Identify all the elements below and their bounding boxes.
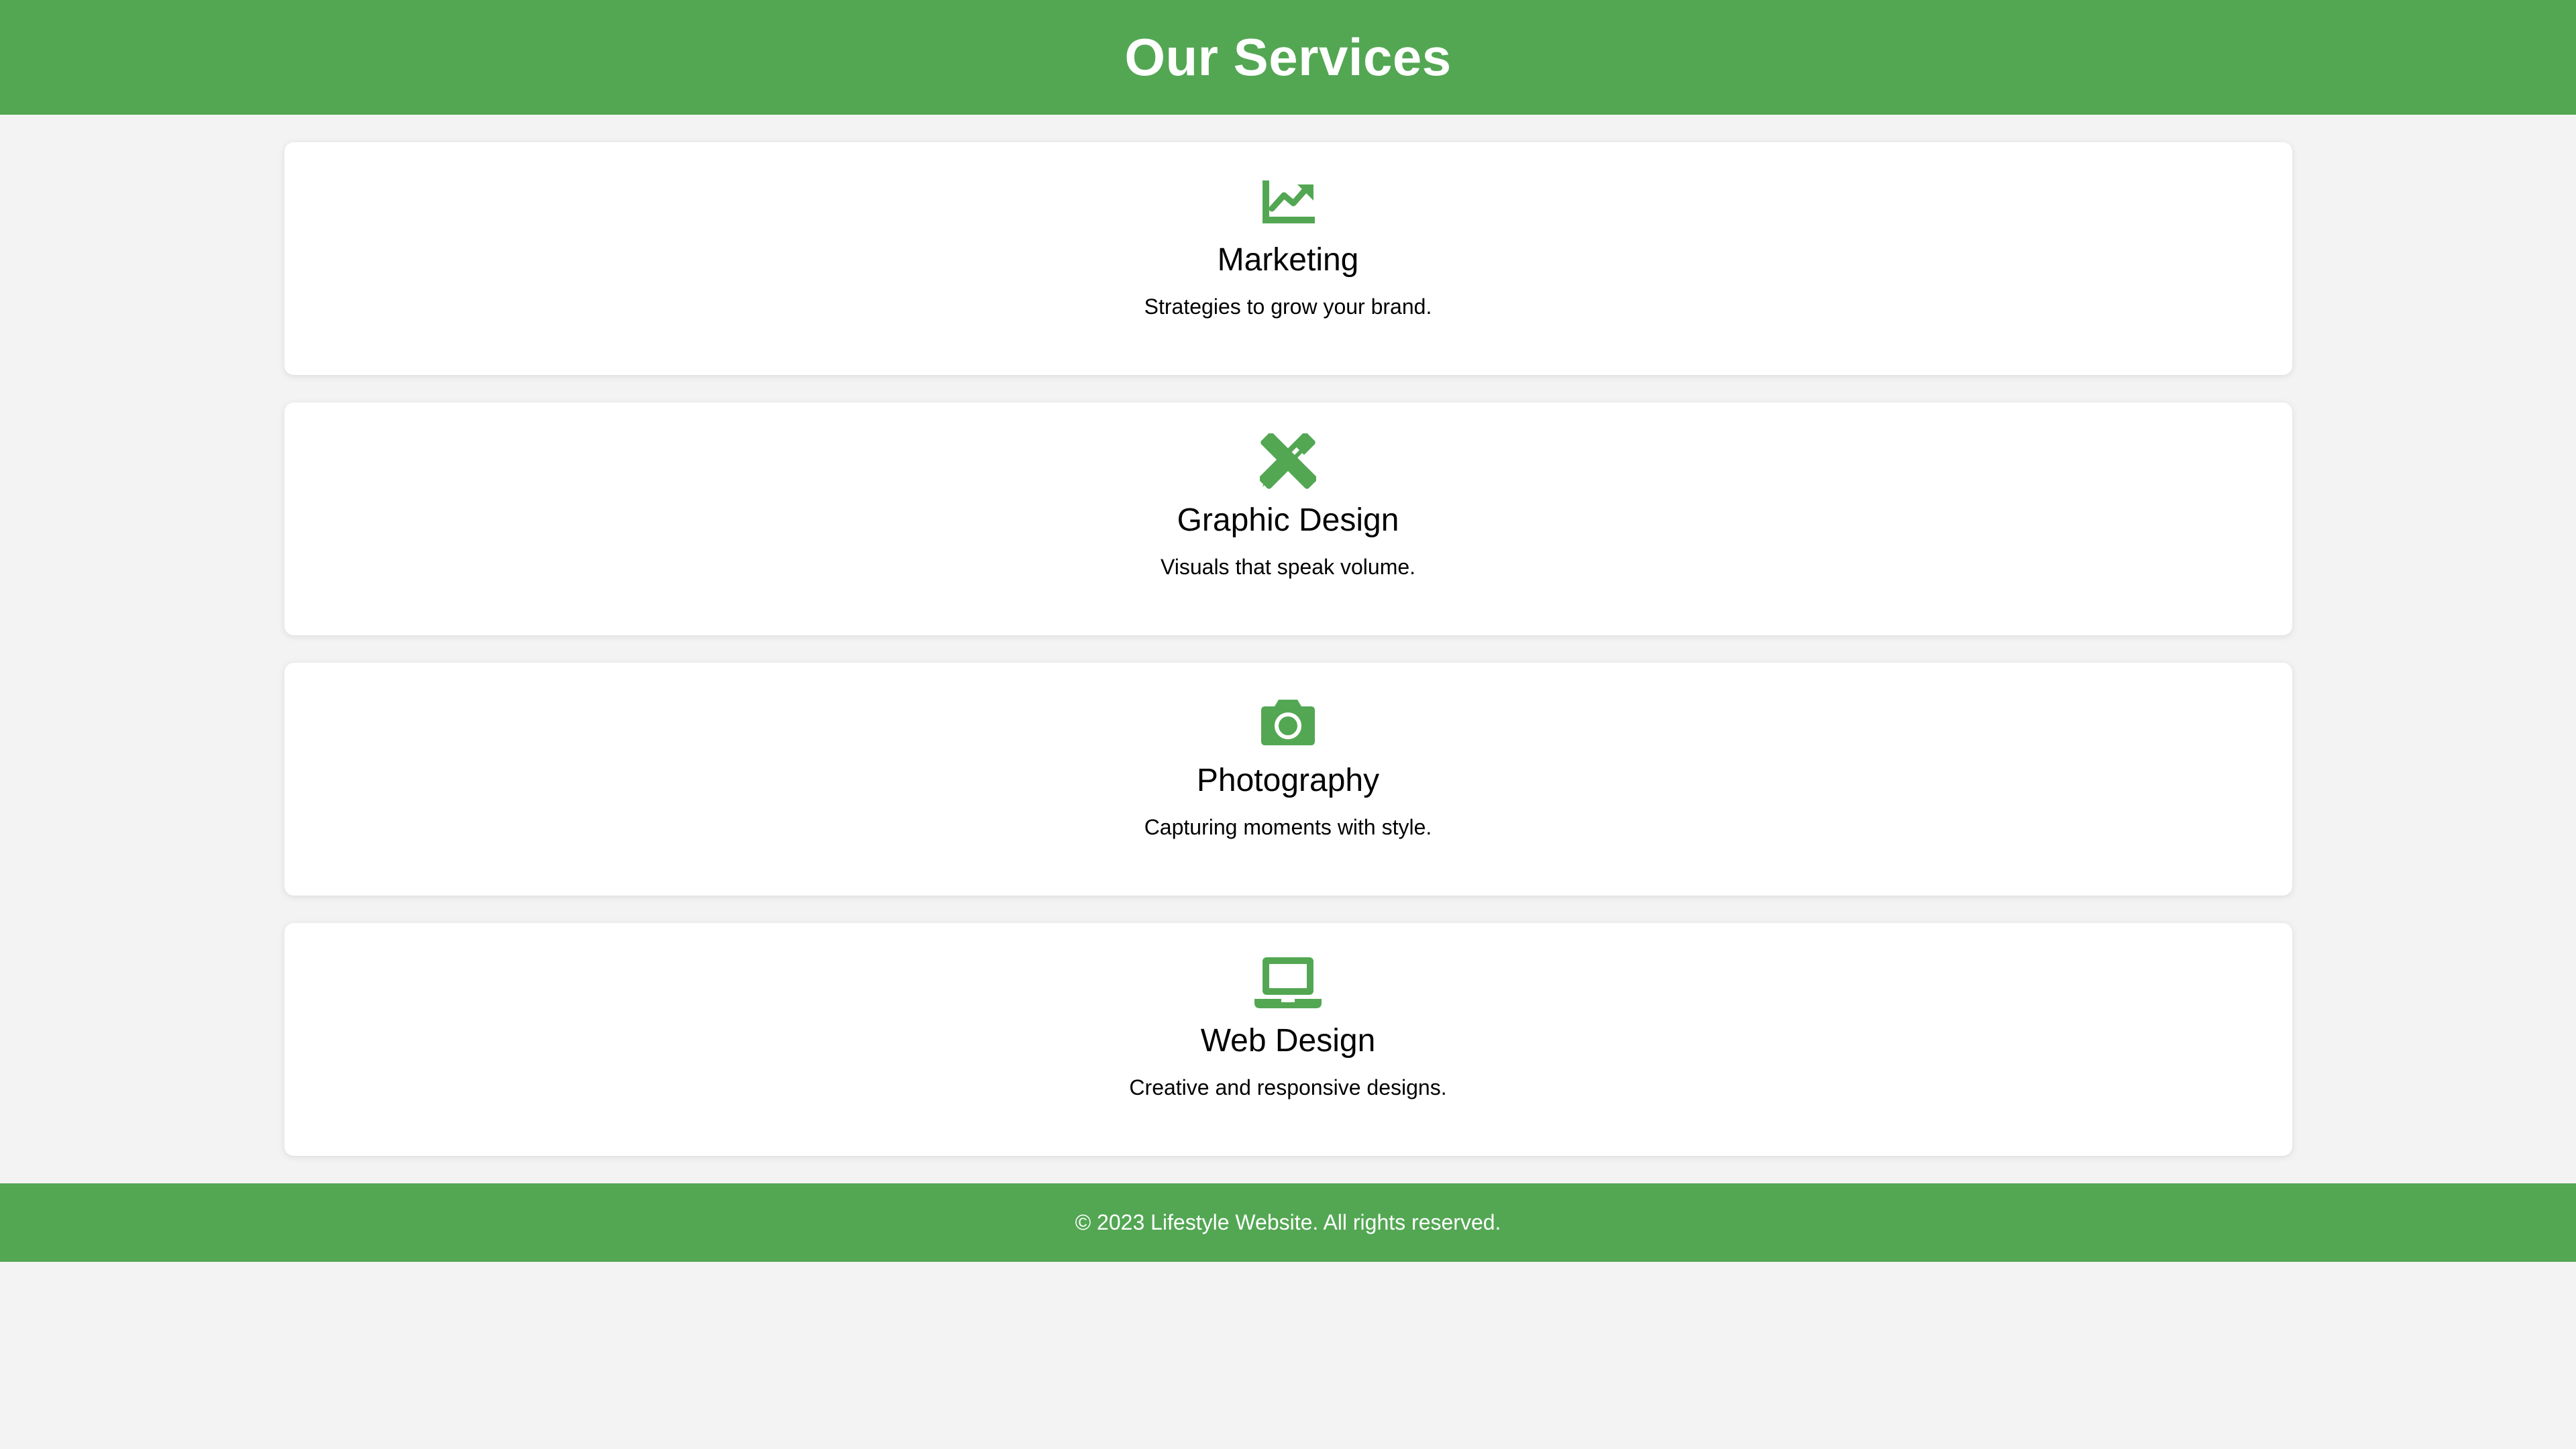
services-list: Marketing Strategies to grow your brand. xyxy=(284,142,2292,1156)
service-description: Creative and responsive designs. xyxy=(1129,1075,1447,1099)
service-title: Web Design xyxy=(1200,1023,1376,1059)
chart-line-icon xyxy=(1254,172,1322,230)
service-title: Photography xyxy=(1196,763,1380,798)
service-description: Capturing moments with style. xyxy=(1144,815,1432,839)
service-card-marketing: Marketing Strategies to grow your brand. xyxy=(284,142,2292,375)
site-header: Our Services xyxy=(0,0,2576,115)
pencil-ruler-icon xyxy=(1254,433,1322,490)
service-card-web-design: Web Design Creative and responsive desig… xyxy=(284,923,2292,1156)
service-title: Marketing xyxy=(1217,242,1359,278)
service-title: Graphic Design xyxy=(1177,502,1399,538)
service-description: Strategies to grow your brand. xyxy=(1144,294,1432,319)
service-description: Visuals that speak volume. xyxy=(1160,555,1416,579)
service-card-photography: Photography Capturing moments with style… xyxy=(284,663,2292,896)
page-title: Our Services xyxy=(1124,28,1452,87)
service-card-graphic-design: Graphic Design Visuals that speak volume… xyxy=(284,402,2292,635)
copyright-text: © 2023 Lifestyle Website. All rights res… xyxy=(1075,1210,1501,1234)
site-footer: © 2023 Lifestyle Website. All rights res… xyxy=(0,1183,2576,1262)
laptop-icon xyxy=(1254,953,1322,1011)
camera-icon xyxy=(1254,693,1322,751)
